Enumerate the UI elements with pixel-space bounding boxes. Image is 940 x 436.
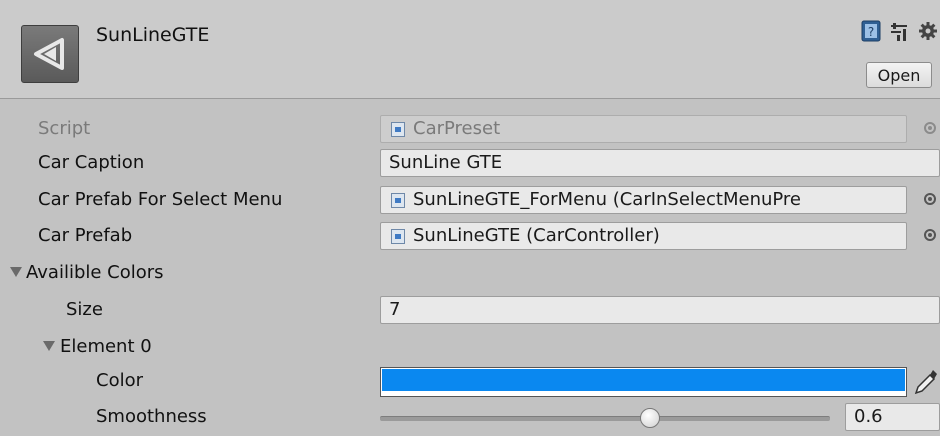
prefab-object-icon [391,229,405,244]
script-file-icon [391,122,405,137]
colors-foldout-row[interactable]: Availible Colors [0,255,940,292]
colors-foldout-label[interactable]: Availible Colors [26,262,164,283]
page-title: SunLineGTE [96,24,210,46]
element-0-label[interactable]: Element 0 [60,336,152,357]
element-0-foldout-row[interactable]: Element 0 [0,329,940,366]
smoothness-input[interactable]: 0.6 [845,403,940,431]
car-prefab-value: SunLineGTE (CarController) [413,225,660,246]
car-caption-input[interactable]: SunLine GTE [380,149,940,177]
color-field[interactable] [380,367,907,397]
size-label: Size [66,299,103,320]
preset-sliders-icon[interactable] [889,20,909,42]
car-prefab-field[interactable]: SunLineGTE (CarController) [380,222,907,250]
size-row: Size 7 [0,292,940,329]
open-button[interactable]: Open [866,62,932,88]
gear-icon[interactable] [918,20,938,42]
object-picker-icon [924,122,936,134]
script-field: CarPreset [380,115,907,143]
smoothness-slider-track[interactable] [380,416,830,421]
smoothness-slider-thumb[interactable] [640,408,660,428]
smoothness-label: Smoothness [96,406,207,427]
color-label: Color [96,370,143,391]
size-value: 7 [389,299,401,320]
foldout-arrow-icon[interactable] [10,267,22,277]
unity-logo-icon [21,25,79,83]
svg-text:?: ? [868,25,874,39]
car-prefab-menu-value: SunLineGTE_ForMenu (CarInSelectMenuPre [413,189,802,210]
car-prefab-menu-label: Car Prefab For Select Menu [38,189,283,210]
car-prefab-menu-row: Car Prefab For Select Menu SunLineGTE_Fo… [0,182,940,219]
color-row: Color [0,363,940,400]
script-label: Script [38,118,91,139]
help-book-icon[interactable]: ? [861,20,881,42]
car-caption-row: Car Caption SunLine GTE [0,145,940,182]
object-picker-icon[interactable] [924,193,936,205]
car-caption-label: Car Caption [38,152,145,173]
script-row: Script CarPreset [0,111,940,148]
car-caption-value: SunLine GTE [389,152,503,173]
eyedropper-icon[interactable] [912,367,938,395]
prefab-object-icon [391,193,405,208]
inspector-header: SunLineGTE ? Open [0,0,940,99]
smoothness-row: Smoothness 0.6 [0,399,940,436]
object-picker-icon[interactable] [924,229,936,241]
car-prefab-row: Car Prefab SunLineGTE (CarController) [0,218,940,255]
car-prefab-label: Car Prefab [38,225,133,246]
size-input[interactable]: 7 [380,296,940,324]
script-field-value: CarPreset [413,118,501,139]
color-swatch [382,369,905,391]
foldout-arrow-icon[interactable] [43,341,55,351]
car-prefab-menu-field[interactable]: SunLineGTE_ForMenu (CarInSelectMenuPre [380,186,907,214]
